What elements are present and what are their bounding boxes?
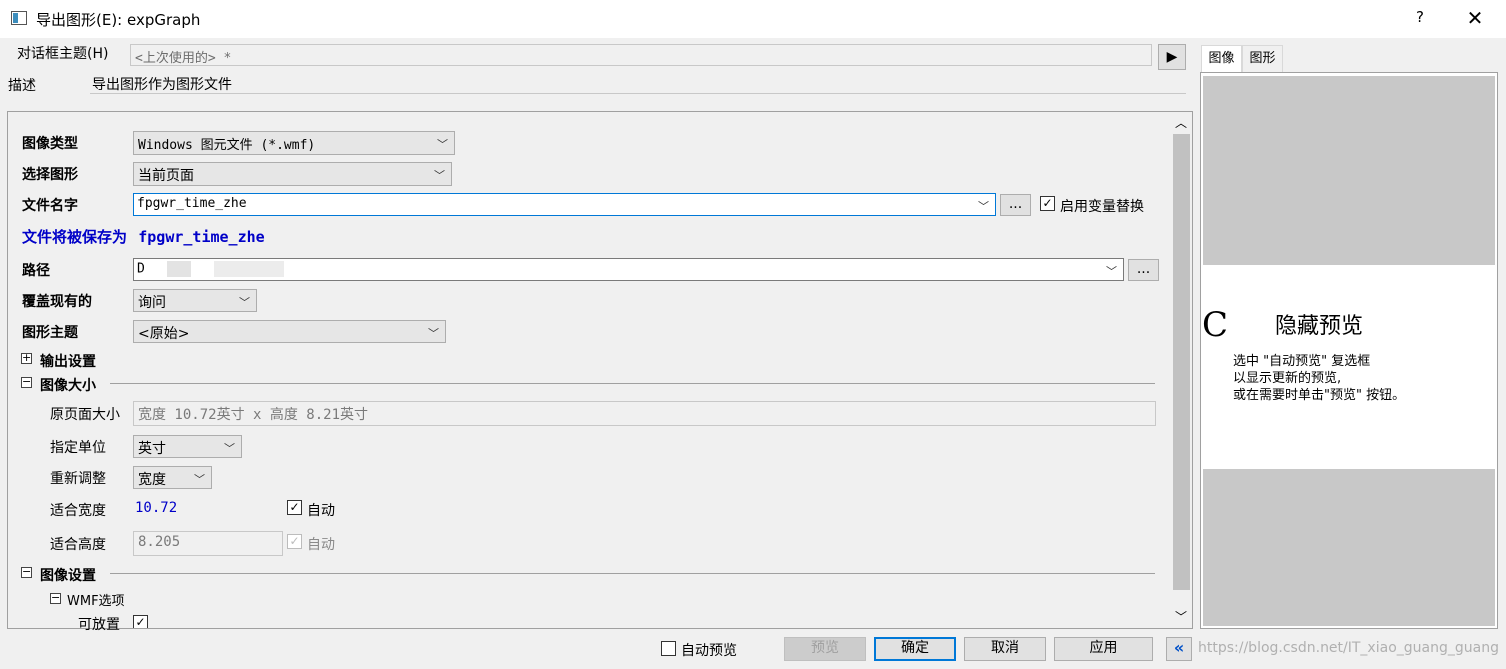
chevron-down-icon: ﹀ <box>1106 265 1117 278</box>
path-browse-button[interactable]: ... <box>1128 259 1159 281</box>
ok-button[interactable]: 确定 <box>874 637 956 661</box>
overwrite-value: 询问 <box>138 295 166 311</box>
wmf-options-collapse-icon[interactable]: − <box>50 592 61 604</box>
help-button[interactable]: ? <box>1405 8 1435 30</box>
overwrite-select[interactable]: 询问 ﹀ <box>133 289 257 312</box>
theme-menu-button[interactable]: ▶ <box>1158 44 1186 70</box>
image-size-collapse-icon[interactable]: − <box>21 376 32 388</box>
preview-hint-line: 以显示更新的预览, <box>1233 371 1342 386</box>
file-name-label: 文件名字 <box>22 198 78 214</box>
rescale-label: 重新调整 <box>50 471 106 487</box>
preview-hint: 选中 "自动预览" 复选框 以显示更新的预览, 或在需要时单击"预览" 按钮。 <box>1233 353 1405 404</box>
divider <box>110 573 1155 574</box>
scrollbar-thumb[interactable] <box>1173 134 1190 590</box>
preview-title: 隐藏预览 <box>1275 314 1364 339</box>
image-type-value: Windows 图元文件 (*.wmf) <box>138 138 316 153</box>
fit-width-auto-checkbox[interactable]: ✓ <box>287 500 302 515</box>
chevron-down-icon: ﹀ <box>434 169 445 182</box>
chevron-down-icon: ﹀ <box>978 200 989 213</box>
unit-label: 指定单位 <box>50 440 106 456</box>
fit-height-input: 8.205 <box>133 531 283 556</box>
app-icon <box>11 11 27 25</box>
scroll-up-icon[interactable]: ︿ <box>1175 114 1187 131</box>
image-type-label: 图像类型 <box>22 136 78 152</box>
fit-width-input[interactable]: 10.72 <box>133 498 283 521</box>
vertical-scrollbar[interactable]: ︿ ﹀ <box>1170 112 1192 628</box>
collapse-panel-button[interactable]: « <box>1166 637 1192 661</box>
image-settings-collapse-icon[interactable]: − <box>21 566 32 578</box>
dialog-theme-field[interactable]: <上次使用的> * <box>130 44 1152 66</box>
auto-preview-checkbox[interactable] <box>661 641 676 656</box>
apply-button[interactable]: 应用 <box>1054 637 1153 661</box>
preview-background <box>1203 469 1495 626</box>
output-settings-label[interactable]: 输出设置 <box>40 351 96 371</box>
auto-preview-label: 自动预览 <box>681 643 737 659</box>
rescale-value: 宽度 <box>138 472 166 488</box>
graph-theme-value: <原始> <box>138 326 190 342</box>
file-name-browse-button[interactable]: ... <box>1000 194 1031 216</box>
fit-height-auto-label: 自动 <box>307 537 335 553</box>
dialog-theme-label: 对话框主题(H) <box>17 46 109 62</box>
description-field: 导出图形作为图形文件 <box>90 74 1186 94</box>
chevron-down-icon: ﹀ <box>224 442 235 455</box>
preview-hint-line: 或在需要时单击"预览" 按钮。 <box>1233 388 1406 403</box>
scroll-down-icon[interactable]: ﹀ <box>1175 608 1187 625</box>
output-settings-expand-icon[interactable]: + <box>21 352 32 364</box>
preview-button[interactable]: 预览 <box>784 637 866 661</box>
chevron-down-icon: ﹀ <box>437 138 448 151</box>
wmf-options-label[interactable]: WMF选项 <box>67 590 125 609</box>
chevron-down-icon: ﹀ <box>239 296 250 309</box>
close-button[interactable]: ✕ <box>1458 6 1492 32</box>
saved-as-prefix: 文件将被保存为 <box>22 228 128 246</box>
fit-width-label: 适合宽度 <box>50 503 106 519</box>
saved-as-label: 文件将被保存为 fpgwr_time_zhe <box>22 226 265 247</box>
tab-graph[interactable]: 图形 <box>1242 45 1283 73</box>
watermark-text: https://blog.csdn.net/IT_xiao_guang_guan… <box>1198 640 1499 656</box>
path-combo[interactable]: D ﹀ <box>133 258 1124 281</box>
select-graph-select[interactable]: 当前页面 ﹀ <box>133 162 452 186</box>
redacted-block <box>214 261 285 277</box>
preview-glyph: C <box>1202 305 1229 345</box>
cancel-button[interactable]: 取消 <box>964 637 1046 661</box>
rescale-select[interactable]: 宽度 ﹀ <box>133 466 212 489</box>
select-graph-label: 选择图形 <box>22 167 78 183</box>
chevron-down-icon: ﹀ <box>428 327 439 340</box>
window-title: 导出图形(E): expGraph <box>36 11 201 29</box>
placeable-checkbox[interactable]: ✓ <box>133 615 148 629</box>
redacted-block <box>166 261 191 277</box>
preview-hint-line: 选中 "自动预览" 复选框 <box>1233 354 1371 369</box>
file-name-combo[interactable]: fpgwr_time_zhe ﹀ <box>133 193 996 216</box>
graph-theme-select[interactable]: <原始> ﹀ <box>133 320 446 343</box>
tab-image[interactable]: 图像 <box>1201 45 1242 73</box>
image-settings-label[interactable]: 图像设置 <box>40 565 96 585</box>
play-arrow-icon: ▶ <box>1166 49 1178 65</box>
graph-theme-label: 图形主题 <box>22 325 78 341</box>
enable-var-label: 启用变量替换 <box>1060 199 1144 215</box>
placeable-label: 可放置 <box>78 617 120 633</box>
select-graph-value: 当前页面 <box>138 168 194 184</box>
orig-page-size-field: 宽度 10.72英寸 x 高度 8.21英寸 <box>133 401 1156 426</box>
image-size-label[interactable]: 图像大小 <box>40 375 96 395</box>
overwrite-label: 覆盖现有的 <box>22 294 92 310</box>
chevron-down-icon: ﹀ <box>194 473 205 486</box>
file-name-value: fpgwr_time_zhe <box>137 196 247 211</box>
fit-height-label: 适合高度 <box>50 537 106 553</box>
fit-width-auto-label: 自动 <box>307 503 335 519</box>
path-value: D <box>137 261 145 277</box>
saved-as-name: fpgwr_time_zhe <box>138 228 265 246</box>
title-bar <box>0 0 1506 38</box>
enable-var-checkbox[interactable]: ✓ <box>1040 196 1055 211</box>
description-label: 描述 <box>8 78 36 94</box>
fit-height-auto-checkbox: ✓ <box>287 534 302 549</box>
image-type-select[interactable]: Windows 图元文件 (*.wmf) ﹀ <box>133 131 455 155</box>
unit-value: 英寸 <box>138 441 166 457</box>
orig-page-size-label: 原页面大小 <box>50 407 120 423</box>
preview-background <box>1203 76 1495 265</box>
unit-select[interactable]: 英寸 ﹀ <box>133 435 242 458</box>
divider <box>110 383 1155 384</box>
path-label: 路径 <box>22 263 50 279</box>
